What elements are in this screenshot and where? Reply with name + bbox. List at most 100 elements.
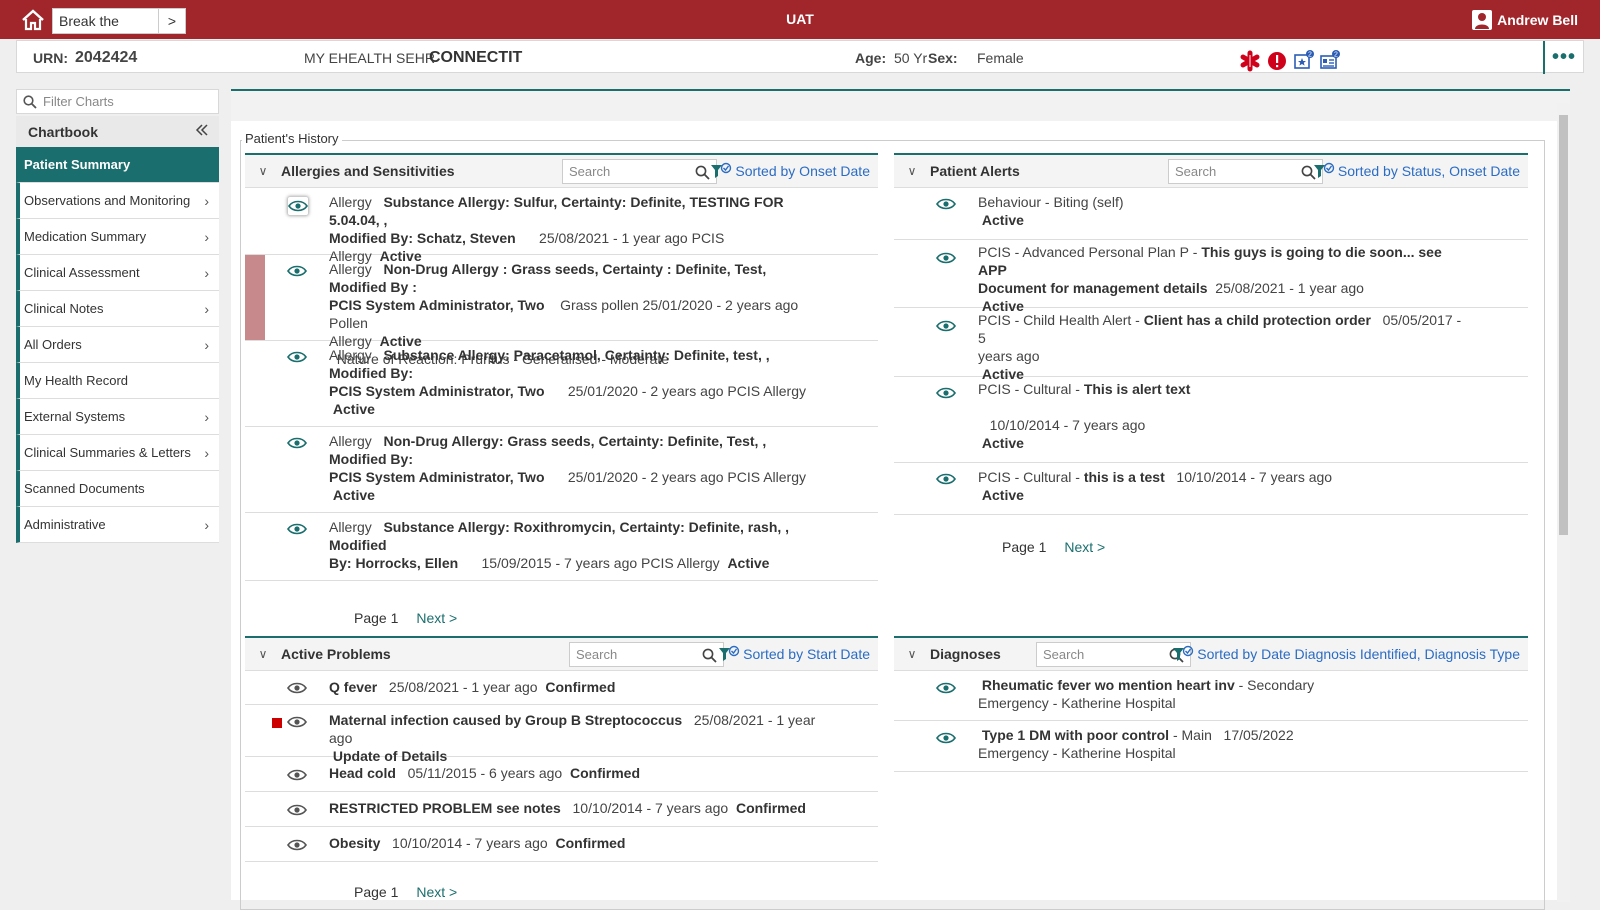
sidebar-item-patient-summary[interactable]: Patient Summary [16, 147, 219, 183]
sidebar-item-clinical-assessment[interactable]: Clinical Assessment › [16, 255, 219, 291]
sidebar-item-scanned-documents[interactable]: Scanned Documents [16, 471, 219, 507]
sidebar-item-label: Scanned Documents [24, 481, 145, 496]
view-eye-icon[interactable] [287, 521, 309, 537]
list-item[interactable]: PCIS - Cultural - this is a test 10/10/2… [894, 463, 1528, 515]
search-icon [695, 165, 710, 180]
more-options-button[interactable]: ••• [1543, 41, 1583, 74]
diagnosis-date: 17/05/2022 [1223, 727, 1294, 743]
allergies-pager: Page 1 Next > [354, 610, 457, 626]
view-eye-icon[interactable] [287, 837, 309, 853]
view-eye-icon[interactable] [936, 385, 958, 401]
search-placeholder: Search [1043, 646, 1085, 662]
sidebar-item-label: Observations and Monitoring [24, 193, 191, 208]
alert-status: Active [981, 435, 1024, 451]
list-item[interactable]: Allergy Substance Allergy: Roxithromycin… [245, 513, 878, 581]
list-item[interactable]: Allergy Non-Drug Allergy : Grass seeds, … [245, 255, 878, 367]
view-eye-icon[interactable] [287, 714, 309, 730]
next-page-link[interactable]: Next > [416, 610, 457, 626]
list-item[interactable]: Allergy Non-Drug Allergy: Grass seeds, C… [245, 427, 878, 513]
next-page-link[interactable]: Next > [1064, 539, 1105, 555]
problem-status: Confirmed [555, 835, 626, 851]
alert-source: PCIS [978, 312, 1011, 328]
list-item[interactable]: Head cold 05/11/2015 - 6 years ago Confi… [245, 757, 878, 792]
user-menu[interactable]: Andrew Bell [1472, 10, 1578, 30]
cards-icon[interactable]: 2 [1319, 50, 1341, 72]
list-item[interactable]: PCIS - Advanced Personal Plan P - This g… [894, 240, 1528, 314]
problems-search-input[interactable]: Search [569, 641, 724, 667]
alerts-search-input[interactable]: Search [1168, 158, 1323, 184]
sidebar-item-label: Administrative [24, 517, 106, 532]
view-eye-icon[interactable] [936, 250, 958, 266]
problems-sort-link[interactable]: Sorted by Start Date [718, 645, 870, 663]
sidebar-item-administrative[interactable]: Administrative › [16, 507, 219, 543]
modified-by: PCIS System Administrator, Two [329, 297, 545, 313]
view-eye-icon[interactable] [287, 435, 309, 451]
chevron-right-icon: > [167, 13, 177, 29]
sidebar-item-external-systems[interactable]: External Systems › [16, 399, 219, 435]
collapse-chevron-icon[interactable]: ∨ [245, 164, 281, 178]
list-item[interactable]: PCIS - Child Health Alert - Client has a… [894, 308, 1528, 382]
view-eye-icon[interactable] [936, 318, 958, 334]
allergy-status: Active [332, 487, 375, 503]
list-item[interactable]: Allergy Substance Allergy: Sulfur, Certa… [245, 188, 878, 264]
sort-filter-icon [711, 162, 732, 178]
diagnosis-location: Emergency - Katherine Hospital [978, 745, 1176, 761]
collapse-chevron-icon[interactable]: ∨ [894, 647, 930, 661]
allergies-search-input[interactable]: Search [562, 158, 717, 184]
list-item[interactable]: RESTRICTED PROBLEM see notes 10/10/2014 … [245, 792, 878, 827]
vertical-scrollbar[interactable] [1557, 103, 1570, 902]
view-eye-icon[interactable] [287, 263, 309, 279]
view-eye-icon[interactable] [936, 471, 958, 487]
warning-icon[interactable] [1266, 50, 1288, 72]
allergy-description: Substance Allergy: Roxithromycin, Certai… [329, 519, 790, 553]
list-item[interactable]: Rheumatic fever wo mention heart inv - S… [894, 671, 1528, 721]
problem-name: Head cold [329, 765, 396, 781]
sort-label: Sorted by Start Date [743, 646, 870, 662]
sidebar-item-my-health-record[interactable]: My Health Record [16, 363, 219, 399]
toolbar-strip [231, 91, 1570, 121]
view-eye-icon[interactable] [936, 730, 958, 746]
sidebar-item-clinical-notes[interactable]: Clinical Notes › [16, 291, 219, 327]
view-eye-icon[interactable] [936, 196, 958, 212]
list-item[interactable]: Behaviour - Biting (self) Active [894, 188, 1528, 240]
chevron-right-icon: › [204, 264, 209, 281]
view-eye-icon[interactable] [936, 680, 958, 696]
break-the-glass-button[interactable]: Break the Glass > [52, 8, 186, 53]
sort-filter-icon [719, 645, 740, 661]
sidebar-item-observations[interactable]: Observations and Monitoring › [16, 183, 219, 219]
list-item[interactable]: Q fever 25/08/2021 - 1 year ago Confirme… [245, 671, 878, 705]
view-eye-icon[interactable] [287, 802, 309, 818]
medical-alert-icon[interactable] [1239, 50, 1261, 72]
view-eye-icon[interactable] [287, 680, 309, 696]
alerts-sort-link[interactable]: Sorted by Status, Onset Date [1313, 162, 1520, 180]
collapse-chevron-icon[interactable]: ∨ [245, 647, 281, 661]
list-item[interactable]: Type 1 DM with poor control - Main 17/05… [894, 721, 1528, 772]
allergies-panel: ∨ Allergies and Sensitivities Search Sor… [245, 153, 878, 633]
list-item[interactable]: Obesity 10/10/2014 - 7 years ago Confirm… [245, 827, 878, 862]
sidebar-item-medication-summary[interactable]: Medication Summary › [16, 219, 219, 255]
collapse-chevron-icon[interactable]: ∨ [894, 164, 930, 178]
home-icon[interactable] [20, 8, 46, 32]
view-eye-icon[interactable] [287, 196, 309, 216]
filter-charts-input[interactable]: Filter Charts [16, 89, 219, 114]
list-item[interactable]: Allergy Substance Allergy: Paracetamol, … [245, 341, 878, 427]
sidebar-item-clinical-summaries[interactable]: Clinical Summaries & Letters › [16, 435, 219, 471]
starred-notes-icon[interactable]: 2 [1293, 50, 1315, 72]
diagnoses-sort-link[interactable]: Sorted by Date Diagnosis Identified, Dia… [1172, 645, 1520, 663]
diagnoses-search-input[interactable]: Search [1036, 641, 1191, 667]
sort-filter-icon [1313, 162, 1335, 178]
allergies-sort-link[interactable]: Sorted by Onset Date [710, 162, 870, 180]
problem-date: 25/08/2021 - 1 year ago [388, 679, 538, 695]
view-eye-icon[interactable] [287, 349, 309, 365]
list-item[interactable]: PCIS - Cultural - This is alert text 10/… [894, 377, 1528, 463]
allergy-date: 15/09/2015 - 7 years ago PCIS Allergy [481, 555, 720, 571]
collapse-icon[interactable] [195, 123, 209, 140]
chevron-right-icon: › [204, 516, 209, 533]
list-item[interactable]: Maternal infection caused by Group B Str… [245, 705, 878, 764]
sidebar-item-all-orders[interactable]: All Orders › [16, 327, 219, 363]
next-page-link[interactable]: Next > [416, 884, 457, 900]
view-eye-icon[interactable] [287, 767, 309, 783]
cards-badge: 2 [1334, 52, 1338, 59]
alert-type: - Child Health Alert [1010, 312, 1132, 328]
scrollbar-thumb[interactable] [1559, 115, 1568, 535]
